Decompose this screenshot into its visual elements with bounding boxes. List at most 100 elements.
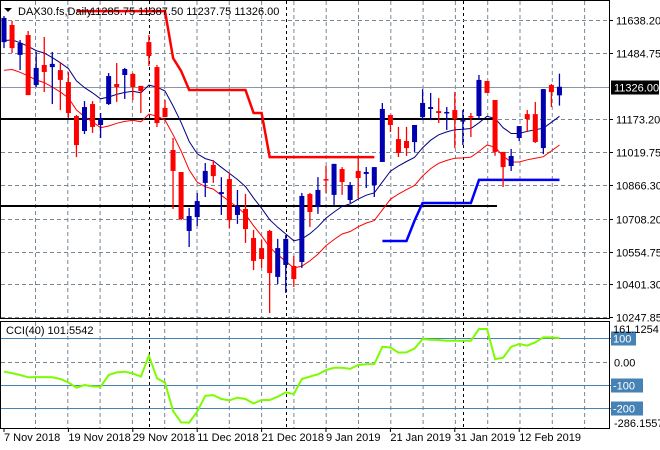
time-axis-label: 21 Dec 2018 — [262, 432, 324, 444]
candle-body — [234, 205, 240, 215]
candle-body — [315, 189, 321, 208]
candle-body — [178, 172, 184, 220]
candle-body — [210, 164, 216, 177]
candle-bullish — [412, 125, 418, 152]
candle-bullish — [299, 192, 305, 268]
candle-bullish — [420, 89, 426, 121]
candle-bearish — [226, 173, 232, 228]
candle-bullish — [371, 167, 377, 198]
candle-body — [267, 230, 273, 274]
candle-bullish — [234, 189, 240, 224]
candle-bearish — [57, 61, 63, 111]
candle-bearish — [532, 101, 538, 143]
candle-bullish — [379, 102, 385, 162]
candle-body — [556, 86, 562, 96]
candle-bullish — [556, 73, 562, 106]
candle-body — [154, 67, 160, 124]
candle-body — [146, 42, 152, 56]
candle-body — [484, 80, 490, 93]
candle-body — [339, 169, 345, 183]
candle-body — [170, 150, 176, 171]
candle-bullish — [363, 167, 369, 189]
candle-body — [106, 76, 112, 105]
candle-body — [65, 82, 71, 114]
grid — [1, 1, 609, 428]
candle-body — [460, 120, 466, 122]
triangle-down-icon[interactable] — [4, 8, 12, 12]
moving-average-slow-line — [3, 68, 560, 269]
candle-bullish — [106, 73, 112, 105]
time-axis-label: 9 Jan 2019 — [326, 432, 380, 444]
candle-body — [33, 67, 39, 86]
cci-level-label: -100 — [613, 381, 635, 393]
candle-bearish — [73, 114, 79, 158]
price-axis-label: 10554.75 — [616, 248, 660, 260]
candle-bullish — [122, 67, 128, 99]
cci-label: CCI(40) 101.5542 — [6, 325, 93, 337]
candle-body — [508, 155, 514, 167]
cci-level-label: -200 — [613, 404, 635, 416]
candle-body — [347, 185, 353, 200]
candle-body — [355, 170, 361, 178]
candle-bearish — [339, 167, 345, 195]
candle-body — [41, 64, 47, 73]
price-axis-label: 11638.20 — [616, 16, 660, 28]
candle-body — [420, 102, 426, 118]
candle-body — [516, 126, 522, 139]
candle-bullish — [186, 207, 192, 248]
candle-bearish — [25, 30, 31, 96]
candle-bearish — [395, 126, 401, 158]
current-price-label: 11326.00 — [614, 83, 659, 95]
cci-max-label: 161.1254 — [613, 324, 659, 336]
candle-body — [363, 172, 369, 174]
moving-average-fast-line — [3, 39, 560, 242]
candle-body — [500, 151, 506, 168]
candle-bearish — [548, 83, 554, 108]
lower-stop-line — [382, 178, 560, 243]
candle-bearish — [484, 80, 490, 93]
candle-body — [25, 35, 31, 96]
cci-zero-label: 0.00 — [614, 358, 635, 370]
candle-bearish — [323, 166, 329, 193]
candle-bullish — [315, 177, 321, 214]
candle-body — [1, 17, 7, 43]
time-axis-label: 19 Nov 2018 — [68, 432, 130, 444]
candle-body — [395, 139, 401, 153]
candle-body — [371, 167, 377, 186]
candle-body — [540, 89, 546, 149]
candle-body — [130, 73, 136, 87]
candle-body — [452, 110, 458, 120]
candle-bearish — [138, 85, 144, 114]
candle-body — [524, 114, 530, 120]
candle-body — [186, 216, 192, 231]
candle-body — [259, 248, 265, 259]
time-axis-label: 21 Jan 2019 — [390, 432, 451, 444]
candle-body — [379, 108, 385, 162]
candle-bearish — [387, 114, 393, 133]
price-axis-label: 11484.75 — [616, 49, 660, 61]
candle-body — [331, 163, 337, 195]
trading-chart-window: 11638.20 11484.75 11173.20 11019.75 10866.30… — [0, 0, 660, 450]
candle-bearish — [114, 63, 120, 102]
candle-body — [138, 85, 144, 92]
time-axis-label: 29 Nov 2018 — [133, 432, 195, 444]
candle-body — [49, 63, 55, 68]
time-axis-label: 11 Dec 2018 — [197, 432, 259, 444]
candle-bearish — [355, 157, 361, 199]
price-axis-label: 10247.85 — [616, 313, 660, 325]
price-axis-label: 11019.75 — [616, 148, 660, 160]
candle-body — [291, 266, 297, 280]
candle-bullish — [347, 182, 353, 203]
indicator-lines — [1, 9, 560, 269]
candle-bearish — [162, 100, 168, 118]
candle-bearish — [65, 72, 71, 118]
candle-bearish — [154, 64, 160, 127]
candle-body — [202, 170, 208, 183]
cci-min-label: -286.1557 — [614, 418, 660, 430]
candle-body — [218, 192, 224, 195]
candle-body — [57, 70, 63, 80]
candle-body — [9, 25, 15, 49]
price-chart[interactable]: 11638.20 11484.75 11173.20 11019.75 10866.30… — [0, 0, 660, 450]
candle-body — [404, 141, 409, 149]
candle-body — [98, 119, 104, 125]
